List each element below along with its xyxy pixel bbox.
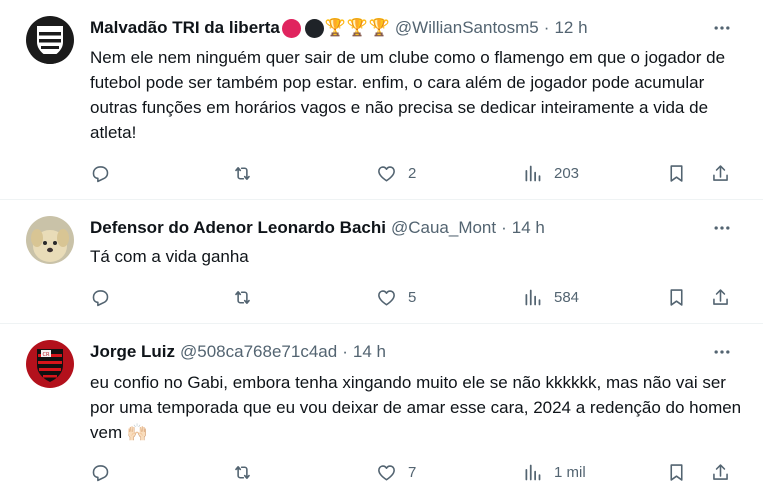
author-handle[interactable]: @Caua_Mont (391, 217, 496, 239)
bookmark-icon (670, 288, 683, 306)
view-count: 1 mil (554, 463, 586, 481)
bookmark-button[interactable] (666, 284, 687, 310)
bookmark-icon (670, 463, 683, 481)
black-circle-icon (304, 18, 324, 38)
views-button[interactable]: 203 (522, 160, 579, 186)
tweet-text: eu confio no Gabi, embora tenha xingando… (90, 373, 742, 442)
bookmark-button[interactable] (666, 160, 687, 186)
share-button[interactable] (710, 284, 731, 310)
author-name[interactable]: Jorge Luiz (90, 341, 175, 363)
timestamp[interactable]: 12 h (554, 17, 587, 39)
red-circle-icon (281, 18, 301, 38)
heart-icon (378, 165, 395, 181)
author-name[interactable]: Defensor do Adenor Leonardo Bachi (90, 217, 386, 239)
heart-icon (378, 289, 395, 305)
share-button[interactable] (710, 160, 731, 186)
author-handle[interactable]: @WillianSantosm5 (395, 17, 539, 39)
views-button[interactable]: 1 mil (522, 459, 586, 485)
more-horizontal-icon (714, 26, 730, 30)
tweet[interactable]: Defensor do Adenor Leonardo Bachi @Caua_… (0, 200, 763, 324)
retweet-button[interactable] (232, 459, 253, 485)
svg-text:CR: CR (43, 352, 50, 358)
like-count: 2 (408, 164, 417, 182)
author-name[interactable]: Malvadão TRI da liberta (90, 17, 280, 39)
retweet-button[interactable] (232, 160, 253, 186)
retweet-icon (235, 290, 250, 304)
tweet-text: Tá com a vida ganha (90, 247, 249, 266)
author-handle[interactable]: @508ca768e71c4ad (180, 341, 337, 363)
share-icon (713, 463, 728, 480)
tweet-actions: 2 203 (90, 160, 742, 186)
reply-icon (92, 464, 109, 481)
separator-dot: · (342, 342, 348, 361)
separator-dot: · (543, 18, 550, 37)
tweet-actions: 5 584 (90, 284, 742, 310)
tweet-actions: 7 1 mil (90, 459, 742, 485)
more-horizontal-icon (714, 226, 730, 230)
like-count: 5 (408, 288, 417, 306)
analytics-icon (525, 464, 541, 480)
bookmark-button[interactable] (666, 459, 687, 485)
reply-button[interactable] (90, 160, 111, 186)
timestamp[interactable]: 14 h (512, 217, 545, 239)
tweet-text: Nem ele nem ninguém quer sair de um club… (90, 48, 726, 142)
more-horizontal-icon (714, 350, 730, 354)
timestamp[interactable]: 14 h (353, 341, 386, 363)
like-button[interactable]: 5 (376, 284, 416, 310)
reply-button[interactable] (90, 284, 111, 310)
retweet-icon (235, 465, 250, 479)
heart-icon (378, 464, 395, 480)
dog-photo-icon (26, 216, 74, 264)
view-count: 203 (554, 164, 580, 182)
avatar[interactable]: CR (26, 340, 74, 388)
like-count: 7 (408, 463, 417, 481)
profile-badges: 🏆 🏆 🏆 (281, 17, 391, 39)
view-count: 584 (554, 288, 580, 306)
tweet[interactable]: Malvadão TRI da liberta 🏆 🏆 🏆 @WillianSa… (0, 0, 763, 200)
retweet-icon (235, 166, 250, 180)
avatar[interactable] (26, 216, 74, 264)
reply-icon (92, 289, 109, 306)
separator-dot: · (501, 218, 507, 237)
trophy-icon: 🏆 (368, 18, 391, 37)
reply-button[interactable] (90, 459, 111, 485)
flamengo-crest-icon: CR (26, 340, 74, 388)
more-options-button[interactable] (711, 17, 733, 39)
like-button[interactable]: 7 (376, 459, 416, 485)
team-crest-icon (26, 16, 74, 64)
reply-icon (92, 165, 109, 182)
bookmark-icon (670, 164, 683, 182)
share-button[interactable] (710, 459, 731, 485)
trophy-icon: 🏆 (324, 18, 347, 37)
avatar[interactable] (26, 16, 74, 64)
more-options-button[interactable] (711, 217, 733, 239)
views-button[interactable]: 584 (522, 284, 579, 310)
trophy-icon: 🏆 (346, 18, 369, 37)
like-button[interactable]: 2 (376, 160, 416, 186)
share-icon (713, 288, 728, 305)
retweet-button[interactable] (232, 284, 253, 310)
more-options-button[interactable] (711, 341, 733, 363)
analytics-icon (525, 289, 541, 305)
analytics-icon (525, 165, 541, 181)
share-icon (713, 164, 728, 181)
tweet[interactable]: CR Jorge Luiz @508ca768e71c4ad · 14 h eu… (0, 324, 763, 497)
